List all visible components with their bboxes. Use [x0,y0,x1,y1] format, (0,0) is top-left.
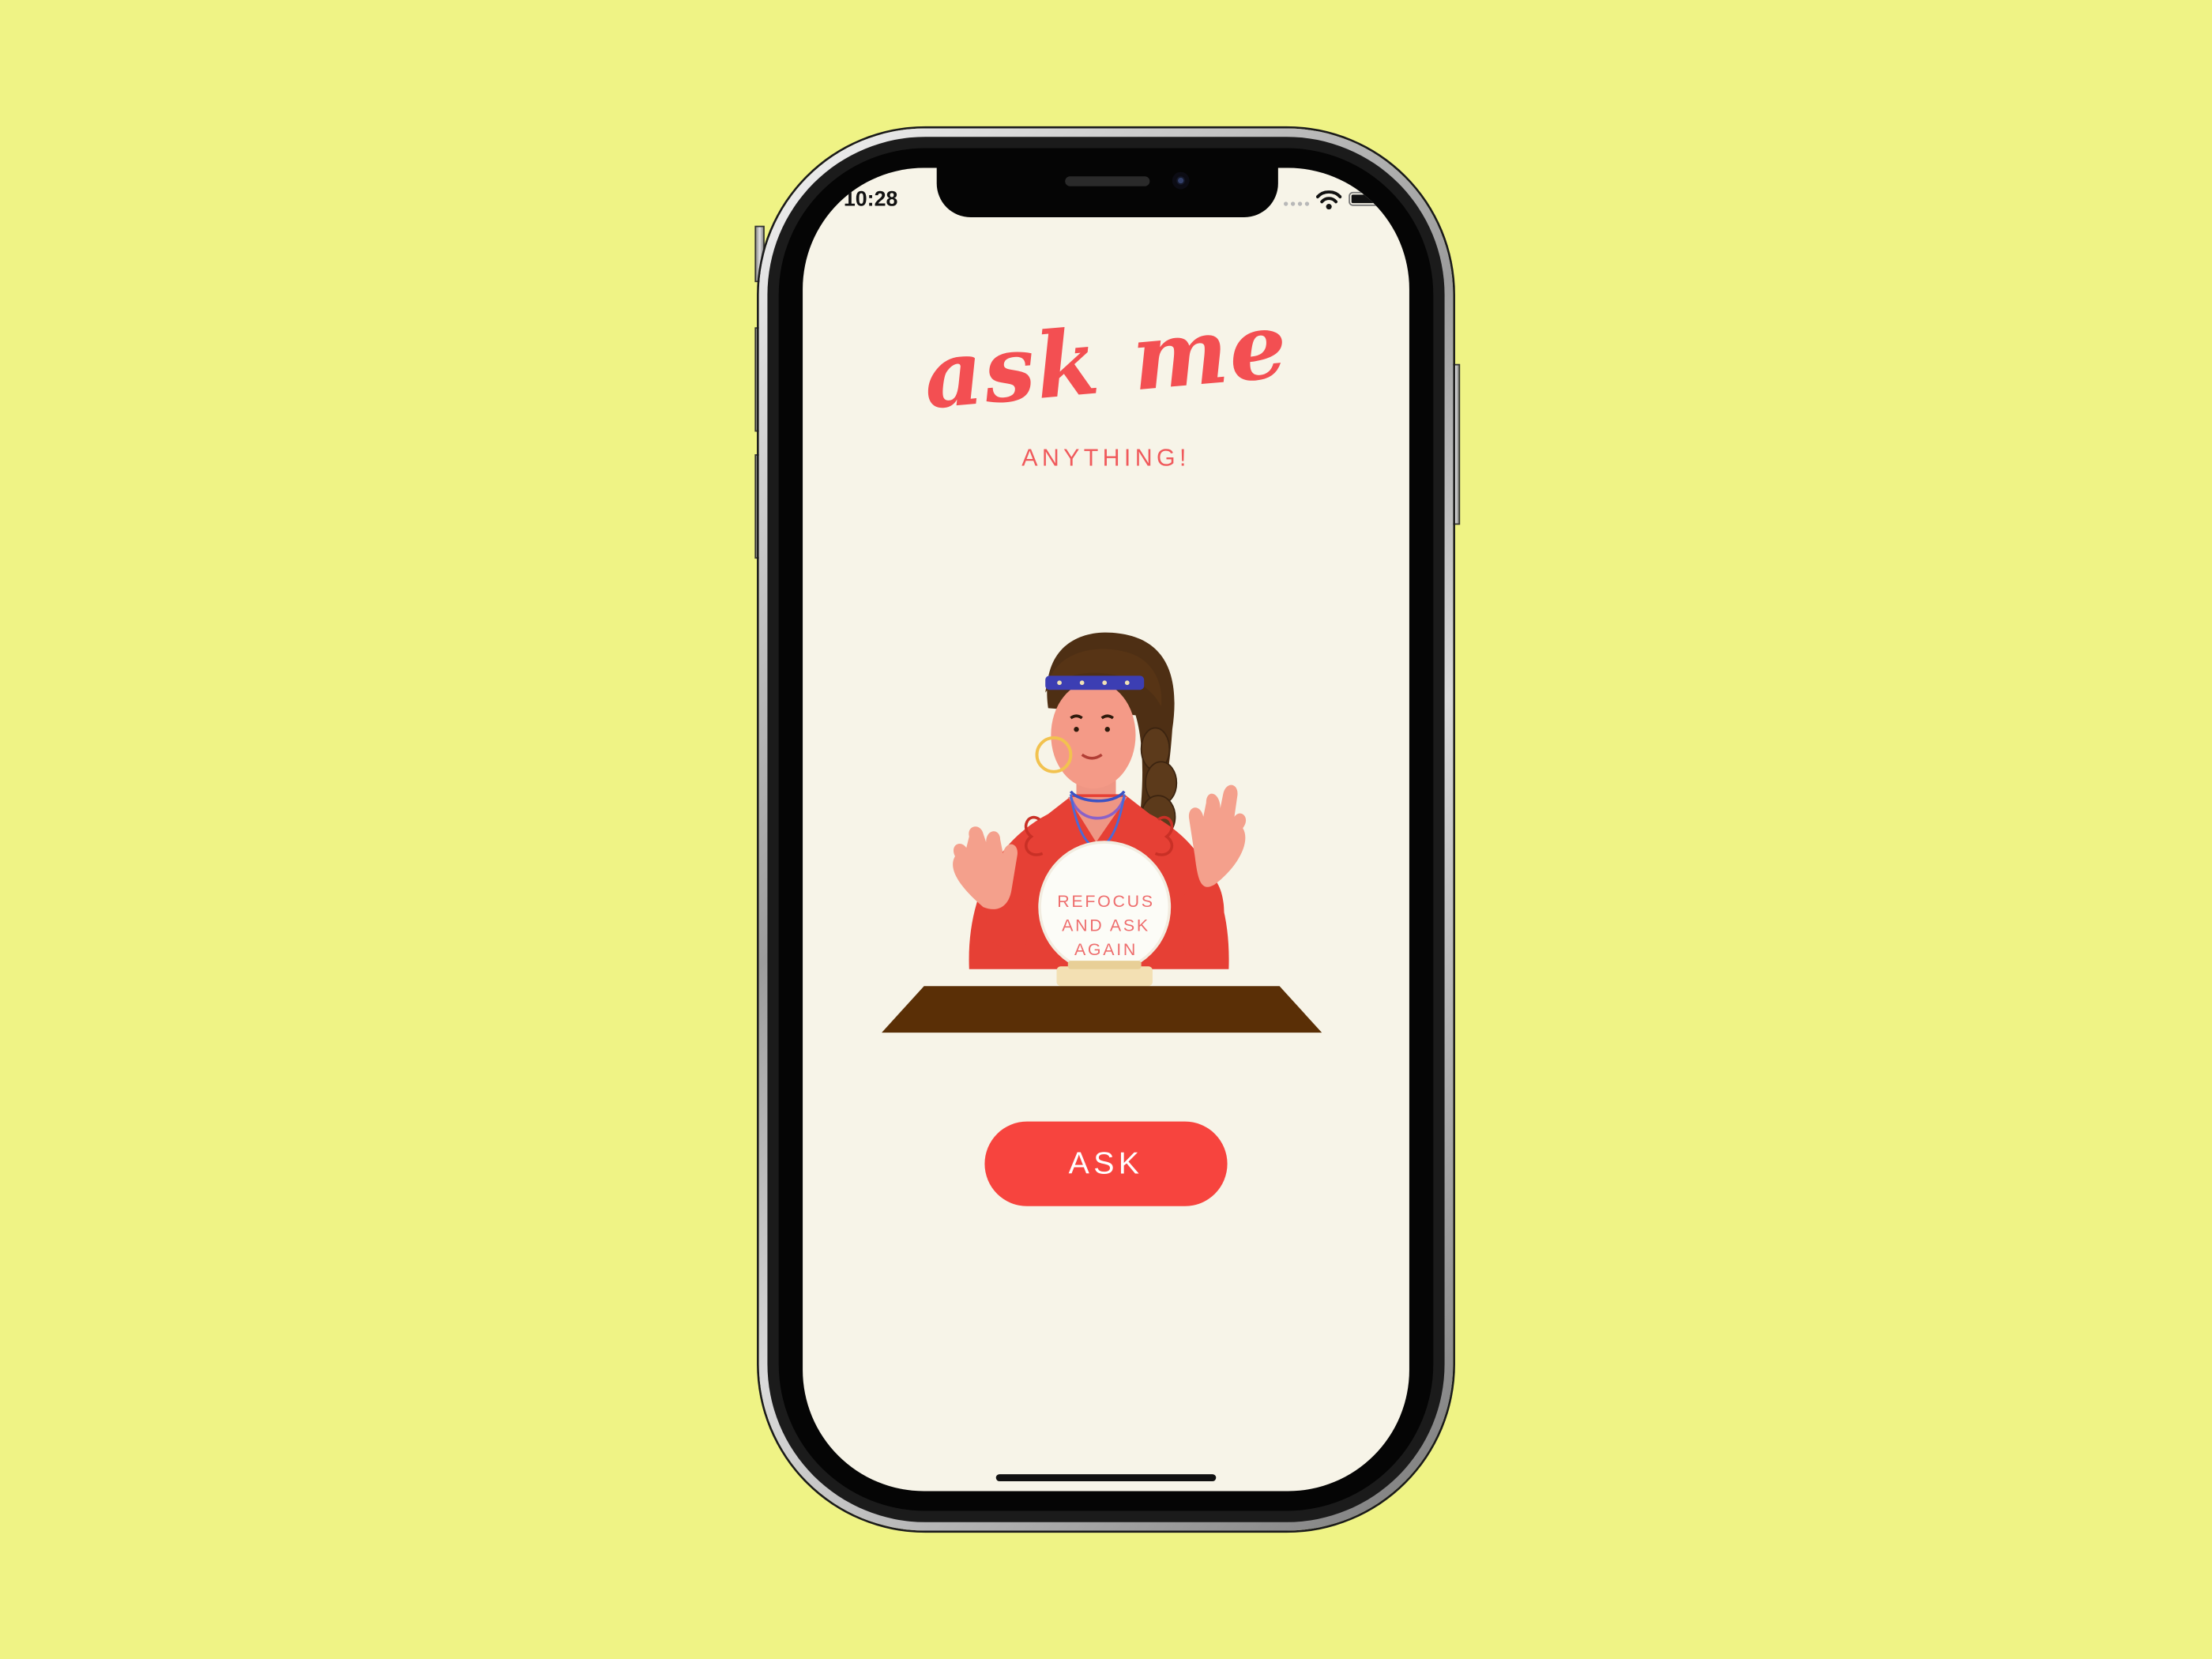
battery-cap [1383,196,1387,204]
cellular-signal-icon [1284,201,1310,206]
app-title: ask me [920,293,1292,431]
app-subtitle: ANYTHING! [1021,444,1191,472]
notch [936,167,1278,217]
wifi-icon [1316,190,1342,210]
battery-icon [1349,191,1382,206]
front-camera [1172,171,1190,190]
ask-button[interactable]: ASK [984,1121,1228,1206]
home-indicator[interactable] [995,1474,1217,1481]
phone-screen: 10:28 ask me ANYTHING! REFOCUS AND ASK A… [803,167,1409,1492]
mockup-stage: 10:28 ask me ANYTHING! REFOCUS AND ASK A… [0,0,2212,1659]
status-time: 10:28 [843,187,898,212]
battery-level-fill [1351,194,1380,204]
fortune-teller-illustration [882,632,1322,1033]
speaker-grille [1065,176,1150,186]
crystal-ball-answer: REFOCUS AND ASK AGAIN [1057,891,1155,960]
